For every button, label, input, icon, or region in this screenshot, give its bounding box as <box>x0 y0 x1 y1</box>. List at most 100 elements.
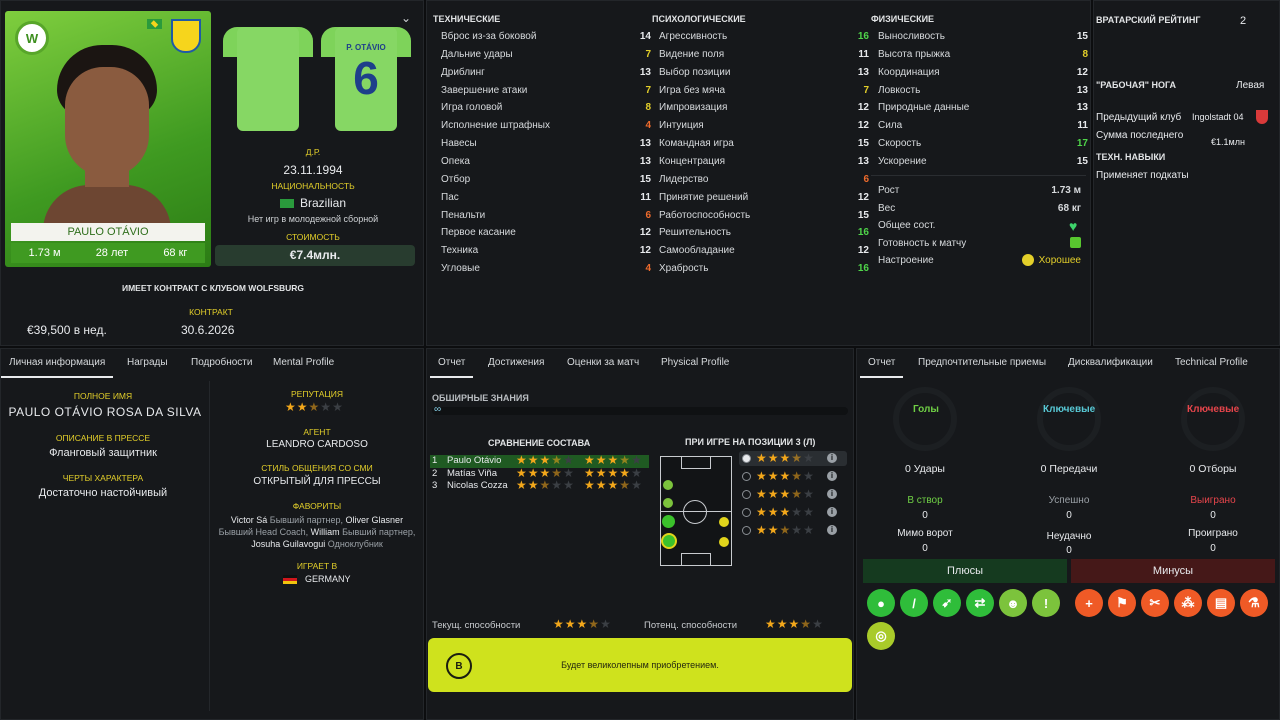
attribute-name: Пенальти <box>441 209 486 221</box>
attribute-name: Игра без мяча <box>659 84 726 96</box>
tackling-icon[interactable]: ➹ <box>933 589 961 617</box>
info-icon[interactable]: i <box>827 507 837 517</box>
role-rating-row[interactable]: ★ ★ ★ ★ ★ i <box>739 451 847 466</box>
attribute-row[interactable]: Исполнение штрафных 4 <box>441 120 651 137</box>
attribute-row[interactable]: Координация 12 <box>878 67 1088 84</box>
role-radio[interactable] <box>742 490 751 499</box>
attribute-row[interactable]: Игра без мяча 7 <box>659 85 869 102</box>
attribute-row[interactable]: Работоспособность 15 <box>659 210 869 227</box>
tab-suspensions[interactable]: Дисквалификации <box>1068 357 1153 368</box>
free-kick-icon[interactable]: ✂ <box>1141 589 1169 617</box>
info-icon[interactable]: i <box>827 525 837 535</box>
attribute-row[interactable]: Техника 12 <box>441 245 651 262</box>
attribute-row[interactable]: Отбор 15 <box>441 174 651 191</box>
attribute-row[interactable]: Игра головой 8 <box>441 102 651 119</box>
role-rating-row[interactable]: ★ ★ ★ ★ ★ i <box>739 487 847 502</box>
role-radio[interactable] <box>742 472 751 481</box>
attribute-row[interactable]: Принятие решений 12 <box>659 192 869 209</box>
attribute-row[interactable]: Импровизация 12 <box>659 102 869 119</box>
attribute-row[interactable]: Интуиция 12 <box>659 120 869 137</box>
attribute-row[interactable]: Угловые 4 <box>441 263 651 280</box>
attribute-row[interactable]: Опека 13 <box>441 156 651 173</box>
attribute-row[interactable]: Храбрость 16 <box>659 263 869 280</box>
corner-flag-icon[interactable]: ⚑ <box>1108 589 1136 617</box>
compare-name: Matías Viña <box>447 467 497 479</box>
crossing-icon[interactable]: / <box>900 589 928 617</box>
agent-value: LEANDRO CARDOSO <box>266 439 368 450</box>
info-icon[interactable]: i <box>827 489 837 499</box>
tab-details[interactable]: Подробности <box>191 357 252 368</box>
fav-name[interactable]: William <box>311 527 340 537</box>
marking-icon[interactable]: ⇄ <box>966 589 994 617</box>
attribute-row[interactable]: Выносливость 15 <box>878 31 1088 48</box>
role-rating-row[interactable]: ★ ★ ★ ★ ★ i <box>739 469 847 484</box>
attribute-row[interactable]: Завершение атаки 7 <box>441 85 651 102</box>
info-icon[interactable]: i <box>827 471 837 481</box>
prev-club-value[interactable]: Ingolstadt 04 <box>1192 112 1244 122</box>
attribute-row[interactable]: Решительность 16 <box>659 227 869 244</box>
agility-icon[interactable]: ! <box>1032 589 1060 617</box>
attribute-row[interactable]: Дальние удары 7 <box>441 49 651 66</box>
role-rating-row[interactable]: ★ ★ ★ ★ ★ i <box>739 505 847 520</box>
mental-header: ПСИХОЛОГИЧЕСКИЕ <box>652 14 746 24</box>
tab-personal-info[interactable]: Личная информация <box>0 357 114 378</box>
attribute-row[interactable]: Концентрация 13 <box>659 156 869 173</box>
attribute-row[interactable]: Агрессивность 16 <box>659 31 869 48</box>
mentality-icon[interactable]: ☻ <box>999 589 1027 617</box>
star-icon: ★ <box>779 505 791 519</box>
tab-technical-profile[interactable]: Technical Profile <box>1175 357 1248 368</box>
attribute-row[interactable]: Высота прыжка 8 <box>878 49 1088 66</box>
youth-caps: Нет игр в молодежной сборной <box>247 214 379 224</box>
target-icon[interactable]: ◎ <box>867 622 895 650</box>
role-stars: ★ ★ ★ ★ ★ <box>756 470 814 482</box>
info-icon[interactable]: i <box>827 453 837 463</box>
fav-name[interactable]: Victor Sá <box>231 515 267 525</box>
attribute-row[interactable]: Выбор позиции 13 <box>659 67 869 84</box>
fav-name[interactable]: Josuha Guilavogui <box>251 539 325 549</box>
tab-match-ratings[interactable]: Оценки за матч <box>567 357 639 368</box>
attribute-row[interactable]: Вброс из-за боковой 14 <box>441 31 651 48</box>
tab-physical-profile[interactable]: Physical Profile <box>661 357 729 368</box>
attribute-row[interactable]: Пас 11 <box>441 192 651 209</box>
role-radio[interactable] <box>742 454 751 463</box>
attribute-row[interactable]: Самообладание 12 <box>659 245 869 262</box>
attribute-row[interactable]: Сила 11 <box>878 120 1088 137</box>
attribute-row[interactable]: Природные данные 13 <box>878 102 1088 119</box>
home-kit-shirt <box>223 19 313 131</box>
role-rating-row[interactable]: ★ ★ ★ ★ ★ i <box>739 523 847 538</box>
tab-report[interactable]: Отчет <box>429 357 474 378</box>
attribute-row[interactable]: Дриблинг 13 <box>441 67 651 84</box>
tab-stats-report[interactable]: Отчет <box>859 357 904 378</box>
attribute-row[interactable]: Навесы 13 <box>441 138 651 155</box>
dob-value: 23.11.1994 <box>283 163 343 177</box>
fav-name[interactable]: Oliver Glasner <box>346 515 404 525</box>
role-radio[interactable] <box>742 508 751 517</box>
communication-icon[interactable]: ● <box>867 589 895 617</box>
dob-label: Д.Р. <box>305 147 321 157</box>
tab-awards[interactable]: Награды <box>127 357 168 368</box>
role-radio[interactable] <box>742 526 751 535</box>
attribute-row[interactable]: Первое касание 12 <box>441 227 651 244</box>
set-piece-icon[interactable]: ⁂ <box>1174 589 1202 617</box>
tab-achievements[interactable]: Достижения <box>488 357 544 368</box>
document-icon[interactable]: ▤ <box>1207 589 1235 617</box>
flask-icon[interactable]: ⚗ <box>1240 589 1268 617</box>
attribute-row[interactable]: Командная игра 15 <box>659 138 869 155</box>
tab-preferred-moves[interactable]: Предпочтительные приемы <box>918 357 1046 368</box>
tab-mental-profile[interactable]: Mental Profile <box>273 357 334 368</box>
compare-row[interactable]: 3 Nicolas Cozza ★ ★ ★ ★ ★ ★ ★ ★ ★ ★ <box>430 479 649 493</box>
attribute-row[interactable]: Видение поля 11 <box>659 49 869 66</box>
personality-value: Достаточно настойчивый <box>38 487 168 499</box>
chevron-down-icon[interactable]: ⌄ <box>401 11 411 25</box>
personality-label: ЧЕРТЫ ХАРАКТЕРА <box>62 473 144 483</box>
injury-icon[interactable]: + <box>1075 589 1103 617</box>
attribute-row[interactable]: Лидерство 6 <box>659 174 869 191</box>
off-target-value: 0 <box>922 543 928 554</box>
reputation-stars: ★ ★ ★ ★ ★ <box>285 401 343 413</box>
attribute-row[interactable]: Скорость 17 <box>878 138 1088 155</box>
attribute-row[interactable]: Ловкость 13 <box>878 85 1088 102</box>
attribute-row[interactable]: Пенальти 6 <box>441 210 651 227</box>
compare-name: Nicolas Cozza <box>447 480 508 491</box>
star-icon: ★ <box>791 451 803 465</box>
attribute-row[interactable]: Ускорение 15 <box>878 156 1088 173</box>
